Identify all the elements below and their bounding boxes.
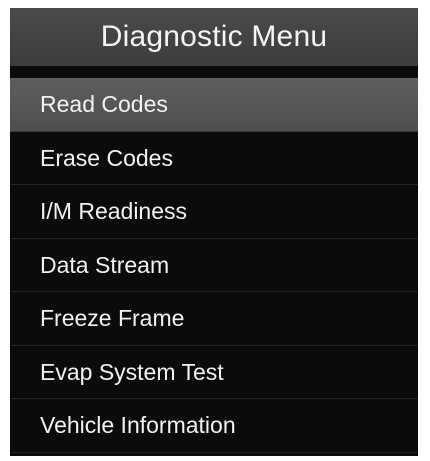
menu-item-read-codes[interactable]: Read Codes xyxy=(10,78,418,132)
menu-item-data-stream[interactable]: Data Stream xyxy=(10,239,418,292)
menu-item-evap-system-test[interactable]: Evap System Test xyxy=(10,346,418,399)
menu-item-freeze-frame[interactable]: Freeze Frame xyxy=(10,292,418,346)
menu-item-vehicle-information[interactable]: Vehicle Information xyxy=(10,399,418,453)
diagnostic-menu: Read Codes Erase Codes I/M Readiness Dat… xyxy=(10,78,418,453)
menu-item-im-readiness[interactable]: I/M Readiness xyxy=(10,185,418,239)
diagnostic-screen: Diagnostic Menu Read Codes Erase Codes I… xyxy=(10,8,418,456)
page-title: Diagnostic Menu xyxy=(10,8,418,66)
menu-item-erase-codes[interactable]: Erase Codes xyxy=(10,132,418,185)
